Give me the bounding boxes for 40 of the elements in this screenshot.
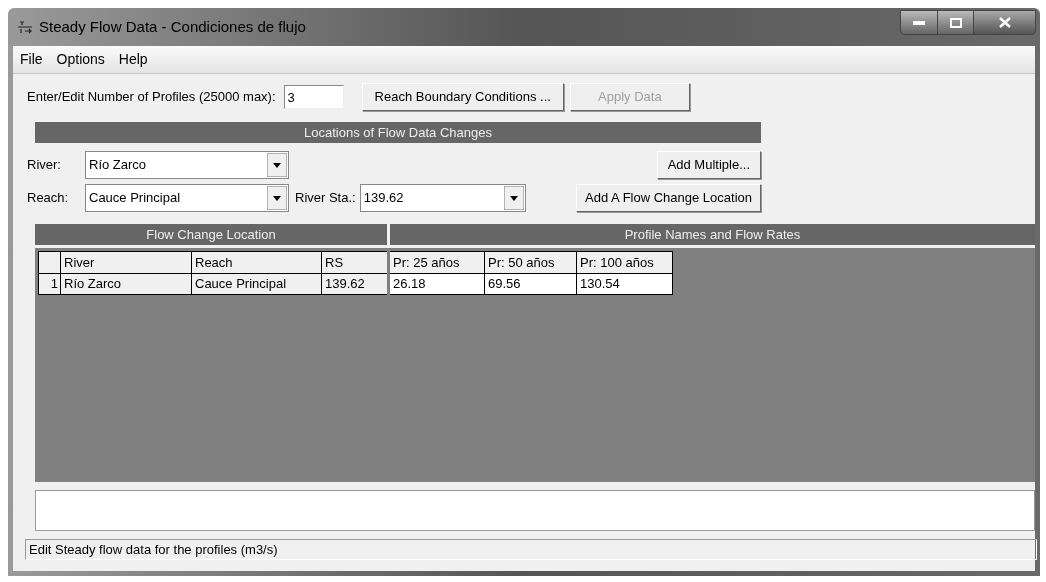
- maximize-button[interactable]: [938, 10, 974, 35]
- menu-item[interactable]: Help: [118, 49, 148, 70]
- profiles-field[interactable]: 3: [283, 85, 344, 109]
- status-bar: Edit Steady flow data for the profiles (m3/s): [25, 539, 1037, 560]
- close-icon: [998, 17, 1011, 28]
- dropdown-value: Río Zarco: [88, 156, 148, 175]
- field-label: River:: [27, 156, 62, 175]
- dropdown-value: Cauce Principal: [88, 189, 182, 208]
- menu-item[interactable]: Options: [56, 49, 105, 70]
- dropdown-arrow-icon[interactable]: [267, 153, 287, 177]
- minimize-button[interactable]: [900, 10, 938, 35]
- section-header: Locations of Flow Data Changes: [35, 122, 761, 143]
- column-header: Pr: 25 años: [388, 251, 485, 274]
- column-header: RS: [321, 251, 389, 274]
- dropdown-arrow-icon[interactable]: [503, 186, 524, 210]
- maximize-icon: [949, 17, 962, 28]
- river-station-dropdown[interactable]: 139.62: [359, 184, 526, 212]
- column-header: River: [60, 251, 192, 274]
- field-label: River Sta.:: [295, 189, 356, 208]
- minimize-icon: [913, 20, 925, 25]
- river-dropdown[interactable]: Río Zarco: [85, 151, 289, 179]
- row-number: 1: [38, 273, 61, 294]
- column-header: Pr: 100 años: [576, 251, 673, 274]
- app-icon: [17, 20, 33, 34]
- dropdown-arrow-icon[interactable]: [267, 186, 287, 210]
- menu-item[interactable]: File: [20, 49, 43, 70]
- table-cell[interactable]: 26.18: [388, 273, 485, 294]
- dropdown-value: 139.62: [362, 189, 405, 208]
- field-label: Reach:: [27, 189, 70, 208]
- column-header: Pr: 50 años: [484, 251, 577, 274]
- group-header: Profile Names and Flow Rates: [390, 224, 1035, 245]
- window-title: Steady Flow Data - Condiciones de flujo: [39, 16, 306, 37]
- group-header: Flow Change Location: [35, 224, 387, 245]
- field-label: Enter/Edit Number of Profiles (25000 max):: [27, 88, 276, 107]
- close-button[interactable]: [974, 10, 1036, 35]
- reach-dropdown[interactable]: Cauce Principal: [85, 184, 289, 212]
- column-header: Reach: [191, 251, 322, 274]
- boundary-conditions-button[interactable]: Reach Boundary Conditions ...: [361, 83, 564, 111]
- add-location-button[interactable]: Add A Flow Change Location: [576, 184, 761, 212]
- add-multiple-button[interactable]: Add Multiple...: [656, 151, 761, 179]
